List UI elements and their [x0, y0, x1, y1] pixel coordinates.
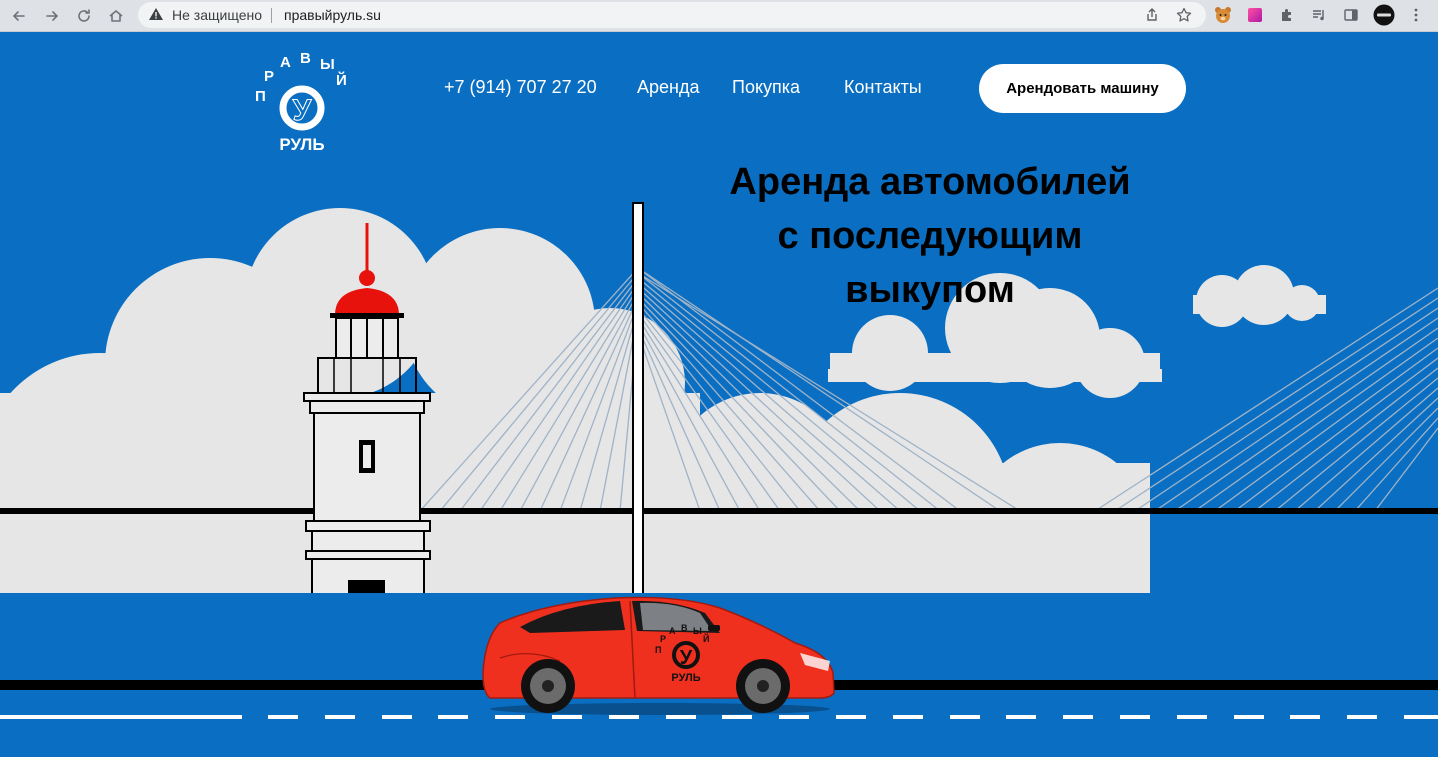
- side-panel-icon[interactable]: [1340, 4, 1362, 26]
- browser-toolbar: Не защищено правыйруль.su: [0, 0, 1438, 32]
- hero-title: Аренда автомобилей с последующим выкупом: [700, 155, 1160, 317]
- logo-char: А: [280, 54, 291, 71]
- logo-char: Ы: [320, 56, 335, 73]
- nav-link-contacts[interactable]: Контакты: [844, 77, 922, 98]
- media-queue-icon[interactable]: [1308, 4, 1330, 26]
- address-bar[interactable]: Не защищено правыйруль.su: [138, 2, 1206, 28]
- logo-char: Р: [264, 68, 274, 85]
- share-icon[interactable]: [1143, 6, 1161, 24]
- logo-char: П: [255, 88, 266, 105]
- extensions-puzzle-icon[interactable]: [1276, 4, 1298, 26]
- logo-letter: У: [293, 94, 312, 127]
- bridge-tower: [632, 202, 644, 599]
- logo-char: В: [300, 53, 311, 67]
- extension-bear-icon[interactable]: [1212, 4, 1234, 26]
- hero-title-line-3: выкупом: [845, 269, 1015, 311]
- site-logo[interactable]: У П Р А В Ы Й РУЛЬ: [250, 50, 360, 163]
- home-icon[interactable]: [104, 4, 128, 28]
- hero-title-line-1: Аренда автомобилей: [729, 161, 1131, 203]
- extension-gradient-icon[interactable]: [1244, 4, 1266, 26]
- url-text[interactable]: правыйруль.su: [284, 7, 381, 23]
- bridge-deck: [0, 508, 1438, 514]
- bookmark-star-icon[interactable]: [1175, 6, 1193, 24]
- logo-char: Й: [336, 71, 347, 89]
- logo-bottom-text: РУЛЬ: [279, 135, 324, 154]
- nav-link-buy[interactable]: Покупка: [732, 77, 800, 98]
- car-logo-bottom-text: РУЛЬ: [671, 672, 700, 684]
- page-viewport: У П Р А В Ы Й РУЛЬ +7 (914) 707 27 20 Ар…: [0, 33, 1438, 757]
- car-door-logo: У П Р А В Ы Й РУЛЬ: [655, 623, 709, 684]
- car-logo-letter: У: [680, 647, 693, 669]
- rent-car-button[interactable]: Арендовать машину: [979, 64, 1186, 113]
- profile-avatar[interactable]: [1373, 4, 1395, 26]
- reload-icon[interactable]: [72, 4, 96, 28]
- menu-kebab-icon[interactable]: [1405, 4, 1427, 26]
- omnibox-separator: [271, 8, 272, 23]
- phone-link[interactable]: +7 (914) 707 27 20: [444, 77, 597, 98]
- back-icon[interactable]: [7, 4, 31, 28]
- security-status: Не защищено: [172, 7, 262, 23]
- hero-title-line-2: с последующим: [777, 215, 1083, 257]
- nav-link-rent[interactable]: Аренда: [637, 77, 699, 98]
- warning-icon[interactable]: [148, 6, 164, 22]
- forward-icon[interactable]: [40, 4, 64, 28]
